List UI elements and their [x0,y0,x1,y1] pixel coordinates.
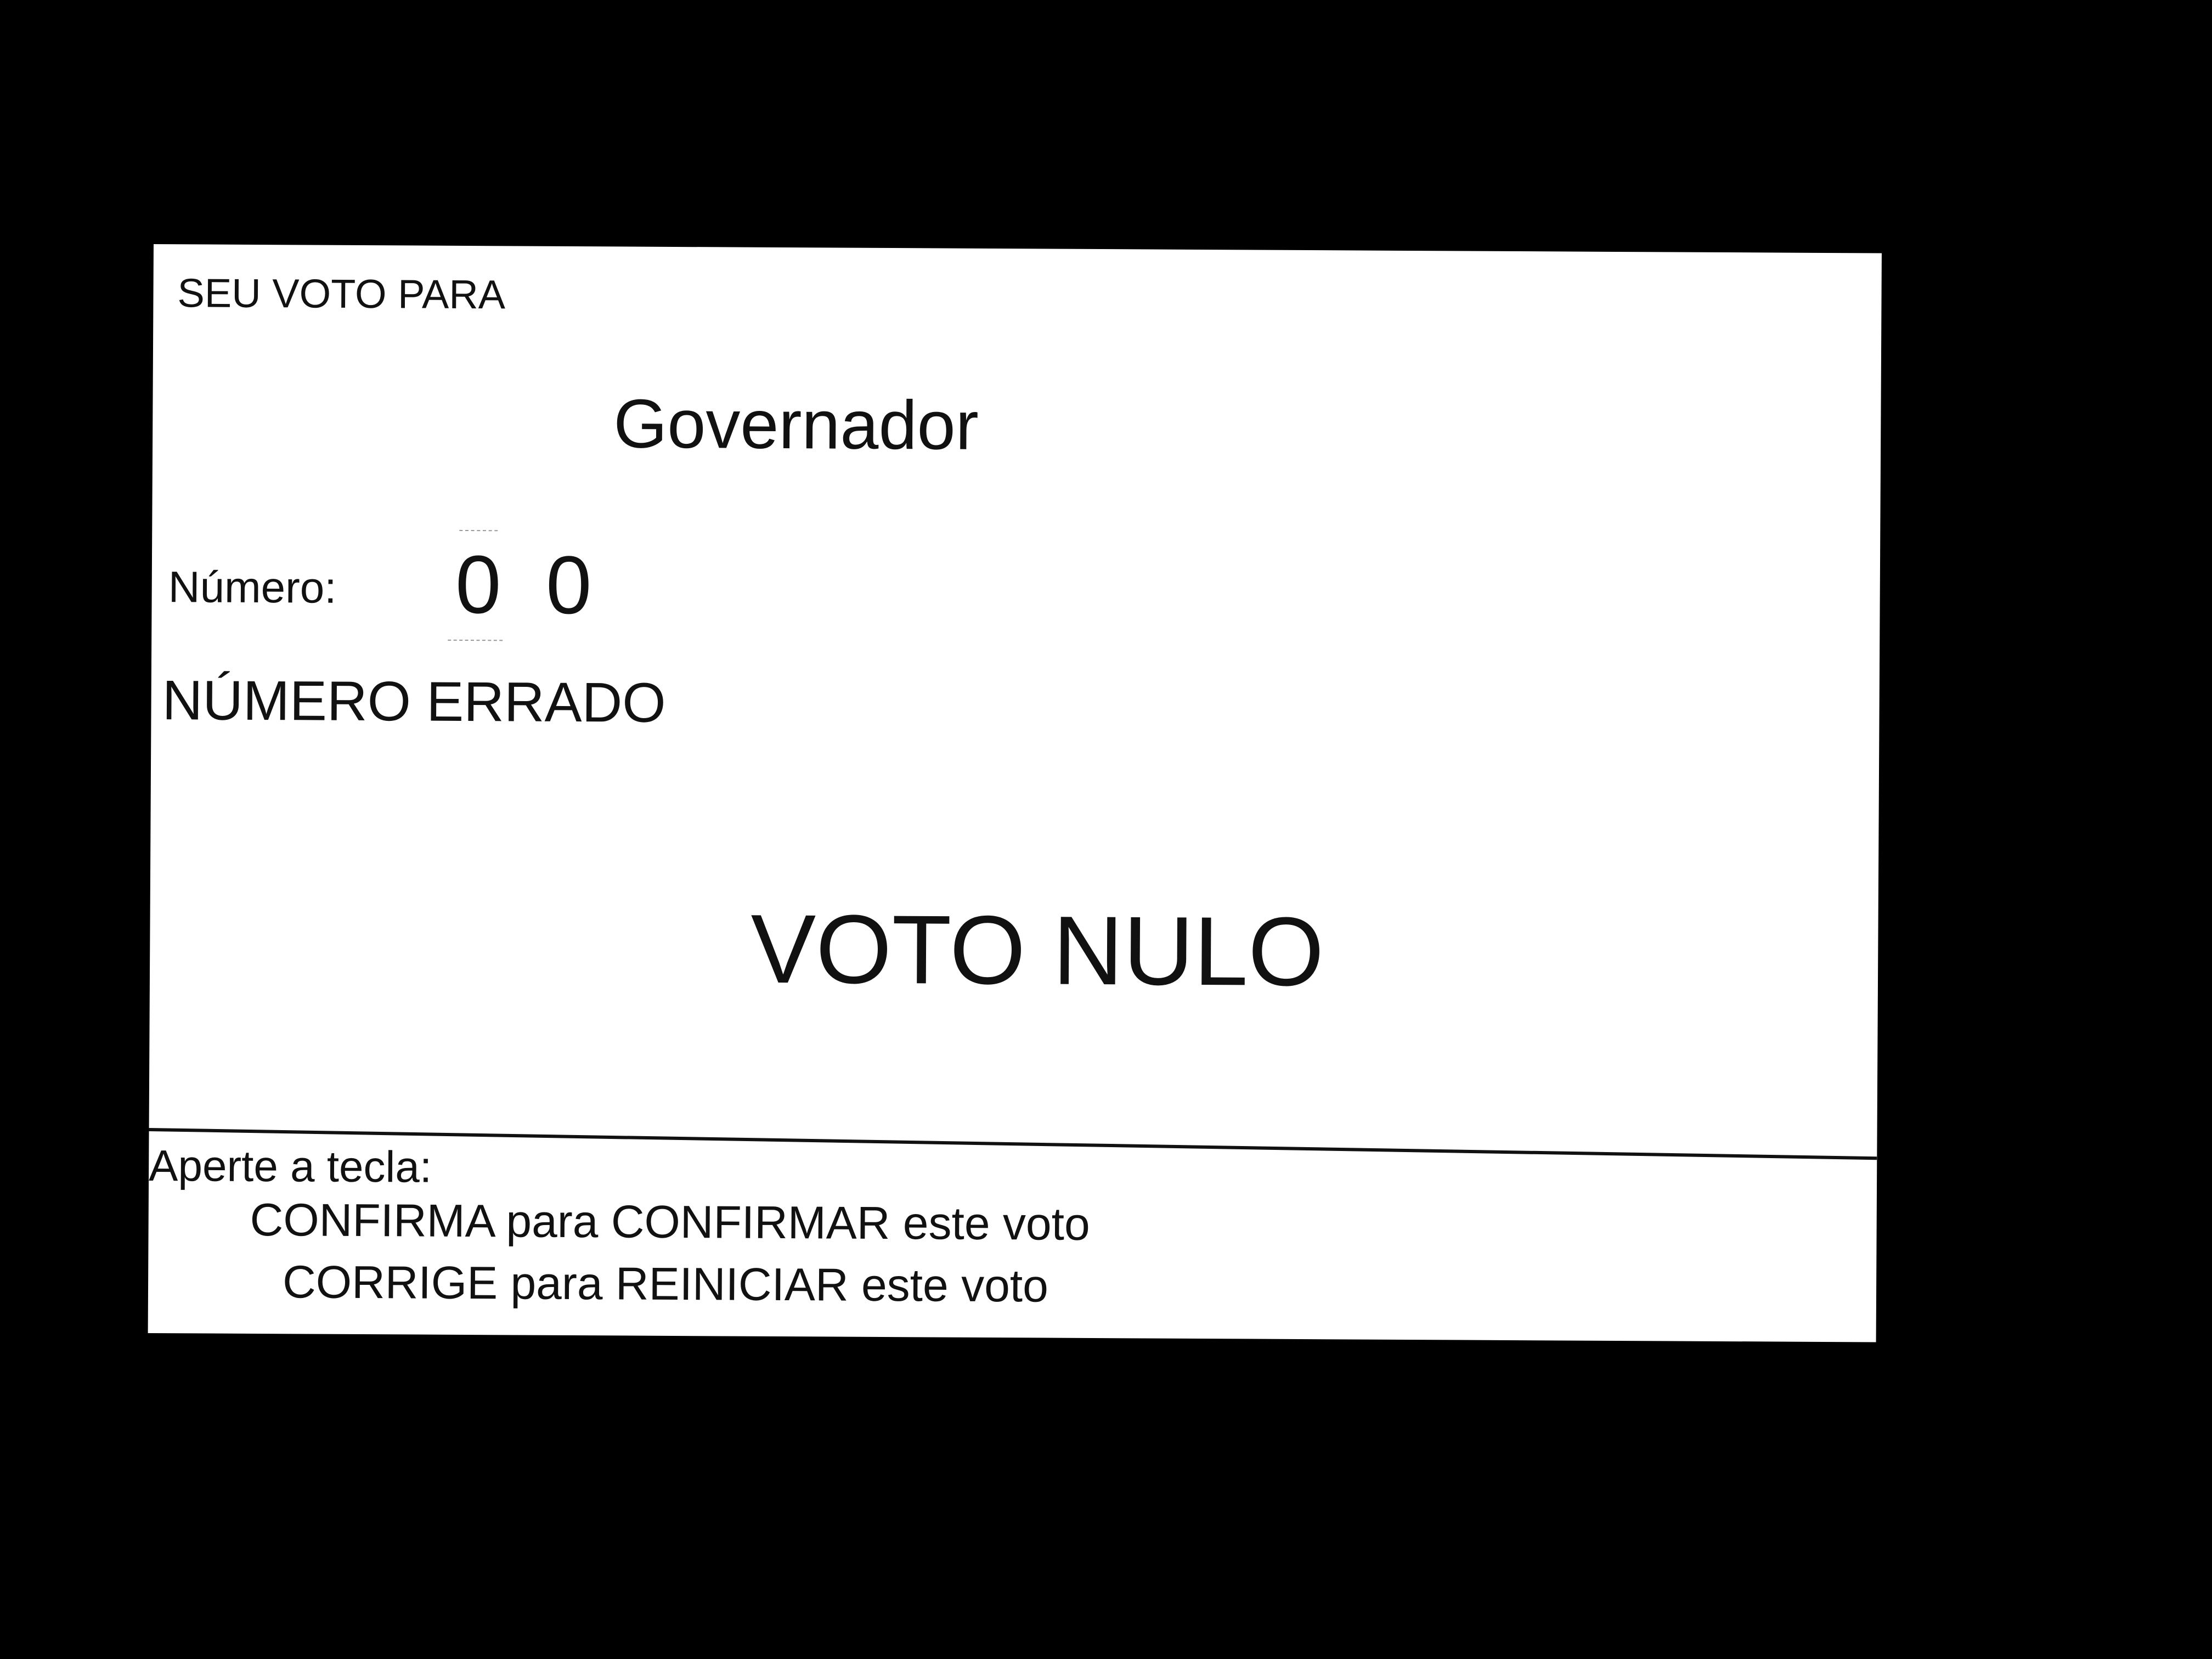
candidate-number-display: 0 0 [437,529,618,642]
confirm-key-name: CONFIRMA [250,1193,494,1247]
digit-box-1: 0 [437,529,520,641]
confirm-action: CONFIRMAR [611,1195,890,1249]
office-title: Governador [613,385,979,464]
wrong-number-warning: NÚMERO ERRADO [162,669,666,734]
number-label: Número: [168,562,337,612]
digit-value-1: 0 [455,538,501,631]
vote-for-header: SEU VOTO PARA [177,270,506,318]
confirm-connector: para [506,1195,599,1248]
correct-action: REINICIAR [615,1257,849,1311]
confirm-instruction: CONFIRMA para CONFIRMAR este voto [250,1193,1090,1250]
photo-background: SEU VOTO PARA Governador Número: 0 0 NÚM… [0,0,2212,1659]
correct-suffix: este voto [861,1259,1049,1312]
correct-instruction: CORRIGE para REINICIAR este voto [282,1256,1048,1311]
null-vote-message: VOTO NULO [750,894,1324,1007]
press-key-label: Aperte a tecla: [148,1141,432,1192]
digit-box-2: 0 [527,532,610,642]
digit-box-bottom-mark [448,639,503,641]
digit-box-top-mark [459,529,498,532]
ballot-screen: SEU VOTO PARA Governador Número: 0 0 NÚM… [148,244,1882,1342]
confirm-suffix: este voto [902,1197,1090,1250]
digit-value-2: 0 [545,538,592,631]
correct-key-name: CORRIGE [282,1256,498,1309]
instructions-panel: Aperte a tecla: CONFIRMA para CONFIRMAR … [148,1141,1877,1339]
correct-connector: para [510,1257,603,1310]
